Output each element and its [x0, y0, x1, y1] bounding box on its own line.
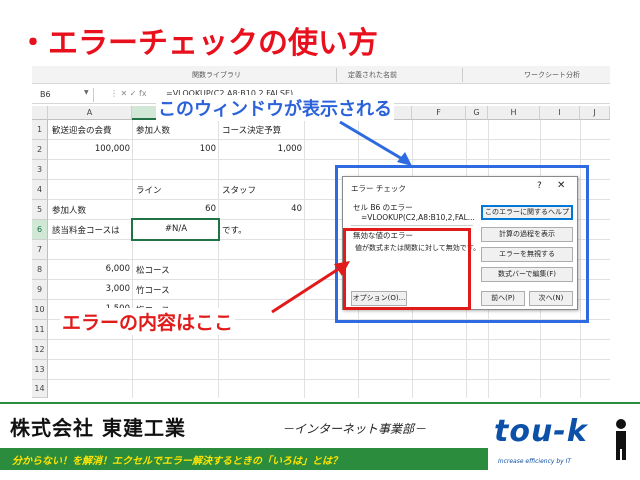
- cell-a9[interactable]: 3,000: [52, 284, 130, 294]
- article-subtitle: 分からない！を解消！エクセルでエラー解決するときの「いろは」とは？: [12, 456, 342, 467]
- column-header-h[interactable]: H: [488, 106, 540, 120]
- row-header[interactable]: 14: [32, 380, 48, 398]
- row-header[interactable]: 13: [32, 360, 48, 380]
- company-logo: tou-k Increase efficiency by IT: [494, 408, 632, 478]
- row-header[interactable]: 10: [32, 300, 48, 320]
- gridline: [304, 120, 305, 398]
- logo-tagline: Increase efficiency by IT: [498, 458, 572, 465]
- gridline: [218, 120, 219, 398]
- row-header[interactable]: 11: [32, 320, 48, 340]
- cell-a6[interactable]: 該当料金コースは: [52, 224, 120, 236]
- formula-bar-icons[interactable]: ⋮ ✕ ✓ fx: [110, 89, 147, 98]
- cell-a5[interactable]: 参加人数: [52, 204, 86, 216]
- cell-a2[interactable]: 100,000: [52, 144, 130, 154]
- column-header-a[interactable]: A: [48, 106, 132, 120]
- column-header-f[interactable]: F: [412, 106, 466, 120]
- column-header-i[interactable]: I: [540, 106, 580, 120]
- column-header-j[interactable]: J: [580, 106, 610, 120]
- name-box-dropdown-icon[interactable]: ▼: [84, 89, 89, 96]
- row-header[interactable]: 6: [32, 220, 48, 240]
- person-icon: [616, 419, 626, 460]
- cell-c4[interactable]: スタッフ: [222, 184, 256, 196]
- cell-a1[interactable]: 歓送迎会の会費: [52, 124, 112, 136]
- cell-b4[interactable]: ライン: [136, 184, 162, 196]
- gridline: [132, 120, 133, 398]
- cell-a8[interactable]: 6,000: [52, 264, 130, 274]
- column-header-g[interactable]: G: [466, 106, 488, 120]
- error-content-highlight-box: [343, 228, 471, 310]
- row-header[interactable]: 5: [32, 200, 48, 220]
- ribbon-group-defined-names[interactable]: 定義された名前: [348, 70, 397, 80]
- ribbon-group-formula-auditing[interactable]: ワークシート分析: [524, 70, 580, 80]
- select-all-corner[interactable]: [32, 106, 48, 120]
- row-header[interactable]: 4: [32, 180, 48, 200]
- callout-window-shown: このウィンドウが表示される: [156, 95, 394, 121]
- row-header[interactable]: 3: [32, 160, 48, 180]
- cell-b6[interactable]: #N/A: [136, 224, 216, 234]
- footer-banner: 株式会社 東建工業 －インターネット事業部－ 分からない！を解消！エクセルでエラ…: [0, 402, 640, 480]
- callout-error-content: エラーの内容はここ: [60, 308, 236, 335]
- cell-b9[interactable]: 竹コース: [136, 284, 170, 296]
- page-title: ・エラーチェックの使い方: [18, 26, 378, 61]
- ribbon-separator: [462, 68, 463, 82]
- row-header[interactable]: 7: [32, 240, 48, 260]
- ribbon-group-bar: 関数ライブラリ 定義された名前 ワークシート分析: [32, 66, 610, 84]
- logo-text: tou-k: [494, 414, 588, 449]
- row-header[interactable]: 2: [32, 140, 48, 160]
- company-name: 株式会社 東建工業: [10, 416, 186, 440]
- cell-c5[interactable]: 40: [222, 204, 302, 214]
- row-header[interactable]: 1: [32, 120, 48, 140]
- cell-c1[interactable]: コース決定予算: [222, 124, 281, 136]
- cell-b1[interactable]: 参加人数: [136, 124, 170, 136]
- row-header[interactable]: 8: [32, 260, 48, 280]
- ribbon-separator: [336, 68, 337, 82]
- cell-b5[interactable]: 60: [136, 204, 216, 214]
- department-name: －インターネット事業部－: [282, 422, 427, 436]
- cell-c6[interactable]: です。: [222, 224, 247, 236]
- row-header[interactable]: 12: [32, 340, 48, 360]
- cell-b2[interactable]: 100: [136, 144, 216, 154]
- cell-c2[interactable]: 1,000: [222, 144, 302, 154]
- ribbon-group-function-library[interactable]: 関数ライブラリ: [192, 70, 241, 80]
- cell-b8[interactable]: 松コース: [136, 264, 170, 276]
- row-header[interactable]: 9: [32, 280, 48, 300]
